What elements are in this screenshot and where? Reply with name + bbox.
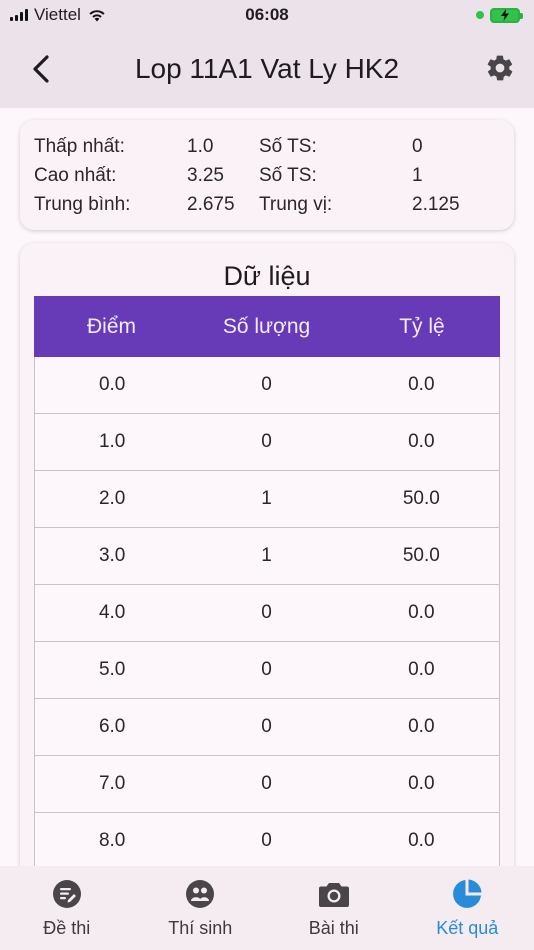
active-indicator-dot	[476, 11, 484, 19]
nav-label: Kết quả	[436, 918, 499, 938]
stats-row-average: Trung bình: 2.675 Trung vị: 2.125	[34, 190, 500, 219]
cell-count: 0	[261, 830, 272, 851]
nav-label: Đề thi	[43, 918, 91, 938]
gear-icon	[487, 55, 513, 81]
cell-count: 0	[261, 716, 272, 737]
pie-chart-icon	[451, 878, 483, 910]
score-distribution-table: Điểm Số lượng Tỷ lệ 0.0 0 0.0 1.0 0 0.0 …	[34, 296, 500, 870]
cell-score: 7.0	[98, 773, 126, 794]
wifi-icon	[89, 10, 105, 22]
cell-ratio: 0.0	[408, 602, 435, 623]
cellular-signal-icon	[10, 9, 28, 21]
students-icon	[184, 878, 216, 910]
nav-item-exams[interactable]: Đề thi	[0, 866, 134, 950]
statistics-card: Thấp nhất: 1.0 Số TS: 0 Cao nhất: 3.25 S…	[20, 120, 514, 230]
cell-count: 0	[261, 602, 272, 623]
app-bar: Lop 11A1 Vat Ly HK2	[0, 30, 534, 108]
nav-label: Thí sinh	[168, 918, 233, 938]
back-button[interactable]	[24, 52, 58, 86]
cell-score: 0.0	[98, 374, 126, 395]
cell-score: 8.0	[98, 830, 126, 851]
cell-ratio: 0.0	[408, 830, 435, 851]
table-row: 4.0 0 0.0	[34, 585, 500, 642]
cell-count: 0	[261, 773, 272, 794]
table-row: 1.0 0 0.0	[34, 414, 500, 471]
status-left: Viettel	[10, 5, 107, 25]
cell-score: 5.0	[98, 659, 126, 680]
cell-ratio: 0.0	[408, 431, 435, 452]
cell-ratio: 0.0	[408, 773, 435, 794]
exam-icon	[51, 878, 83, 910]
cell-score: 1.0	[98, 431, 126, 452]
status-bar: Viettel 06:08	[0, 0, 534, 30]
stat-value: 2.675	[187, 193, 235, 215]
cell-ratio: 0.0	[408, 716, 435, 737]
table-row: 0.0 0 0.0	[34, 357, 500, 414]
data-card: Dữ liệu Điểm Số lượng Tỷ lệ 0.0 0 0.0 1.…	[20, 243, 514, 883]
column-header-ratio: Tỷ lệ	[399, 314, 445, 338]
stat-value: 1.0	[187, 135, 214, 157]
column-header-score: Điểm	[86, 314, 136, 338]
cell-count: 1	[261, 488, 272, 509]
cell-ratio: 50.0	[402, 545, 440, 566]
nav-label: Bài thi	[308, 918, 359, 938]
data-section-title: Dữ liệu	[223, 261, 311, 291]
table-row: 5.0 0 0.0	[34, 642, 500, 699]
cell-score: 3.0	[98, 545, 126, 566]
status-time: 06:08	[245, 5, 289, 24]
stat-label: Số TS:	[259, 135, 317, 157]
stats-row-max: Cao nhất: 3.25 Số TS: 1	[34, 161, 500, 190]
stat-value: 0	[412, 135, 423, 157]
nav-item-papers[interactable]: Bài thi	[267, 866, 401, 950]
cell-count: 0	[261, 659, 272, 680]
stat-label: Số TS:	[259, 164, 317, 186]
stats-row-min: Thấp nhất: 1.0 Số TS: 0	[34, 132, 500, 161]
page-title: Lop 11A1 Vat Ly HK2	[134, 53, 400, 84]
nav-item-results[interactable]: Kết quả	[401, 866, 534, 950]
stat-value: 1	[412, 164, 423, 186]
column-header-count: Số lượng	[222, 314, 311, 338]
carrier-name: Viettel	[34, 5, 81, 24]
stat-value: 2.125	[412, 193, 460, 215]
stat-label: Cao nhất:	[34, 164, 117, 186]
stat-label: Trung bình:	[34, 193, 131, 215]
battery-charging-icon	[490, 7, 523, 23]
status-right	[476, 7, 523, 23]
settings-button[interactable]	[482, 50, 518, 86]
cell-ratio: 0.0	[408, 659, 435, 680]
cell-score: 4.0	[98, 602, 126, 623]
table-row: 6.0 0 0.0	[34, 699, 500, 756]
chevron-left-icon	[33, 55, 49, 83]
bottom-navigation: Đề thi Thí sinh Bài thi Kết quả	[0, 866, 534, 950]
table-row: 7.0 0 0.0	[34, 756, 500, 813]
table-header: Điểm Số lượng Tỷ lệ	[34, 296, 500, 357]
table-row: 3.0 1 50.0	[34, 528, 500, 585]
table-row: 2.0 1 50.0	[34, 471, 500, 528]
cell-ratio: 0.0	[408, 374, 435, 395]
table-row: 8.0 0 0.0	[34, 813, 500, 870]
cell-count: 0	[261, 374, 272, 395]
cell-score: 2.0	[98, 488, 126, 509]
stat-value: 3.25	[187, 164, 224, 186]
camera-icon	[318, 878, 350, 910]
cell-count: 1	[261, 545, 272, 566]
cell-ratio: 50.0	[402, 488, 440, 509]
cell-count: 0	[261, 431, 272, 452]
cell-score: 6.0	[98, 716, 126, 737]
stat-label: Thấp nhất:	[34, 135, 125, 157]
nav-item-students[interactable]: Thí sinh	[134, 866, 268, 950]
stat-label: Trung vị:	[259, 193, 333, 215]
